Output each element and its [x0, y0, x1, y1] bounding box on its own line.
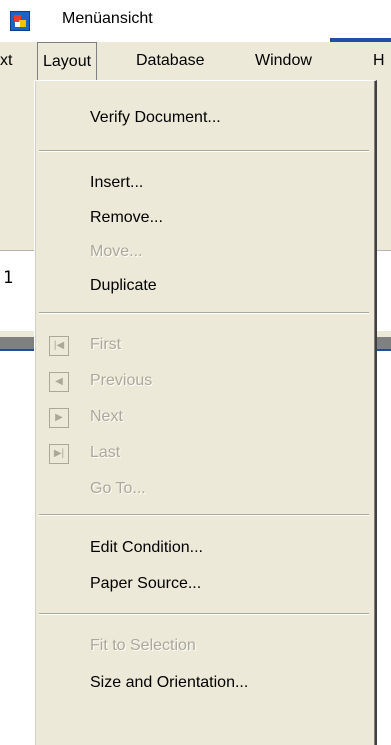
menu-item-previous[interactable]: ◀ Previous	[35, 364, 373, 398]
menu-item-label: Insert...	[90, 174, 144, 191]
menu-text[interactable]: xt	[0, 42, 17, 80]
menu-item-label: Next	[90, 408, 123, 425]
menu-item-verify-document[interactable]: Verify Document...	[35, 101, 373, 135]
menu-item-label: Previous	[90, 372, 153, 389]
menu-item-size-and-orientation[interactable]: Size and Orientation...	[35, 666, 373, 700]
menu-window[interactable]: Window	[250, 42, 317, 80]
menu-layout[interactable]: Layout	[37, 42, 98, 81]
title-bar: Menüansicht	[0, 0, 391, 40]
menu-separator	[39, 150, 369, 152]
menu-item-label: Move...	[90, 243, 143, 260]
menu-item-label: Last	[90, 444, 121, 461]
ruler-number: 1	[3, 268, 14, 288]
menu-item-label: Remove...	[90, 209, 163, 226]
last-record-icon: ▶|	[49, 444, 69, 464]
menu-item-label: Size and Orientation...	[90, 674, 249, 691]
menu-database[interactable]: Database	[131, 42, 210, 80]
menu-separator	[39, 613, 369, 615]
previous-record-icon: ◀	[49, 372, 69, 392]
menu-bar: xt Layout Database Window H	[0, 42, 391, 81]
menu-item-remove[interactable]: Remove...	[35, 201, 373, 235]
menu-layout-label: Layout	[43, 53, 92, 70]
menu-item-last[interactable]: ▶| Last	[35, 436, 373, 470]
menu-item-first[interactable]: |◀ First	[35, 328, 373, 362]
menu-item-label: Paper Source...	[90, 575, 202, 592]
first-record-icon: |◀	[49, 336, 69, 356]
window-title: Menüansicht	[62, 10, 153, 27]
menu-item-label: Verify Document...	[90, 109, 221, 126]
layout-menu: Verify Document... Insert... Remove... M…	[34, 80, 377, 745]
menu-help[interactable]: H	[368, 42, 390, 80]
menu-item-duplicate[interactable]: Duplicate	[35, 269, 373, 303]
menu-item-go-to[interactable]: Go To...	[35, 472, 373, 506]
menu-item-label: First	[90, 336, 122, 353]
app-icon	[10, 11, 30, 31]
menu-item-next[interactable]: ▶ Next	[35, 400, 373, 434]
menu-item-move[interactable]: Move...	[35, 235, 373, 269]
menu-item-edit-condition[interactable]: Edit Condition...	[35, 531, 373, 565]
menu-item-insert[interactable]: Insert...	[35, 166, 373, 200]
menu-separator	[39, 514, 369, 516]
menu-item-label: Edit Condition...	[90, 539, 203, 556]
menu-item-label: Fit to Selection	[90, 637, 196, 654]
menu-item-label: Go To...	[90, 480, 146, 497]
next-record-icon: ▶	[49, 408, 69, 428]
menu-item-paper-source[interactable]: Paper Source...	[35, 567, 373, 601]
menu-separator	[39, 312, 369, 314]
menu-item-label: Duplicate	[90, 277, 157, 294]
menu-item-fit-to-selection[interactable]: Fit to Selection	[35, 629, 373, 663]
